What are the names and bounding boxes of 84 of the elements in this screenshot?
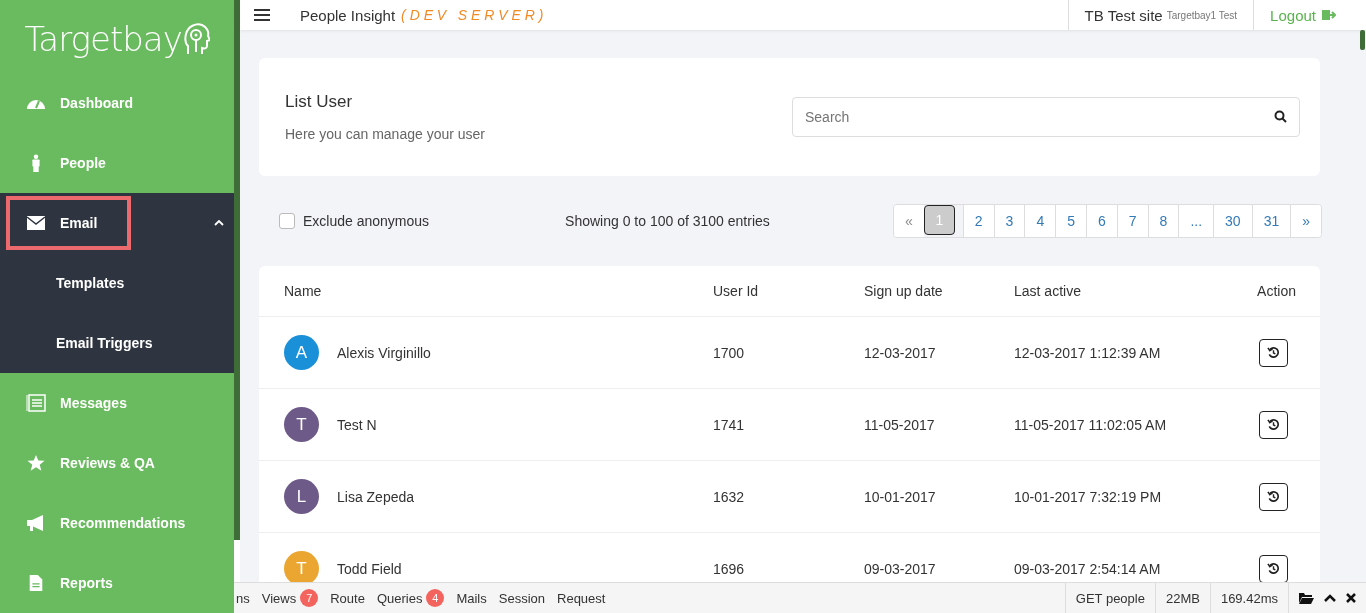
submenu-item[interactable]: Templates [0, 253, 234, 313]
count-badge: 4 [426, 589, 445, 607]
avatar: A [284, 335, 319, 370]
history-icon [1267, 418, 1280, 431]
sidebar-scrollbar[interactable] [234, 0, 240, 540]
page-link[interactable]: » [1290, 205, 1321, 237]
count-badge: 7 [300, 589, 319, 607]
megaphone-icon [26, 514, 46, 532]
page-link[interactable]: 3 [993, 205, 1025, 237]
table-cell-text: 10-01-2017 [864, 488, 937, 505]
page-scrollbar[interactable] [1360, 30, 1365, 50]
card-title: List User [285, 92, 354, 112]
debug-tab[interactable]: Queries 4 [376, 589, 445, 607]
table-cell-text: 10-01-2017 7:32:19 PM [1014, 488, 1163, 505]
history-icon [1267, 346, 1280, 359]
sidebar-item[interactable]: Email [0, 193, 234, 253]
history-button[interactable] [1259, 482, 1288, 511]
table-cell-text: 1632 [713, 488, 746, 505]
close-icon[interactable] [1346, 593, 1356, 603]
table-cell-text: 1696 [713, 560, 746, 577]
entries-summary: Showing 0 to 100 of 3100 entries [565, 213, 770, 229]
debug-stat: GET people [1064, 583, 1155, 613]
card-subtitle: Here you can manage your user [285, 126, 485, 142]
search-field[interactable]: Search [792, 97, 1300, 137]
table-cell-text: 11-05-2017 [864, 416, 936, 433]
menu-icon[interactable] [254, 9, 270, 21]
chevron-icon [214, 220, 224, 226]
page-link[interactable]: 4 [1024, 205, 1056, 237]
history-button[interactable] [1259, 410, 1288, 439]
debug-tab[interactable]: Request [557, 590, 606, 606]
logo-text: Targetbay [24, 18, 182, 59]
debug-tab[interactable]: Session [498, 590, 545, 606]
envelope-icon [26, 214, 46, 232]
page-link[interactable]: 7 [1116, 205, 1148, 237]
server-tag: ( D E V S E R V E R ) [401, 7, 544, 23]
debug-stat: 22MB [1154, 583, 1210, 613]
column-header: Name [284, 283, 323, 299]
table-cell-text: 12-03-2017 [864, 344, 937, 361]
table-cell-text: 11-05-2017 11:02:05 AM [1014, 416, 1168, 433]
history-icon [1267, 490, 1280, 503]
debug-tab[interactable]: Views 7 [261, 589, 319, 607]
page-link[interactable]: 5 [1055, 205, 1086, 237]
head-icon [183, 21, 210, 56]
page-link[interactable]: 30 [1213, 205, 1252, 237]
column-header: Last active [1014, 283, 1082, 299]
page-link[interactable]: 2 [962, 205, 994, 237]
logout-link[interactable]: Logout [1254, 0, 1366, 30]
debug-stat: 169.42ms [1209, 583, 1288, 613]
page-title: People Insight [300, 6, 396, 24]
table-cell-text: 12-03-2017 1:12:39 AM [1014, 344, 1162, 361]
column-header: Action [1256, 283, 1296, 299]
history-icon [1267, 562, 1280, 575]
table-cell: Test N [337, 416, 377, 433]
avatar: T [284, 407, 319, 442]
table-cell: Todd Field [337, 560, 402, 577]
table-cell-text: 09-03-2017 [864, 560, 937, 577]
checkbox[interactable] [279, 213, 295, 229]
table-cell-text: 1741 [713, 416, 746, 433]
star-icon [26, 454, 46, 472]
table-cell: Alexis Virginillo [337, 344, 431, 361]
submenu-item[interactable]: Email Triggers [0, 313, 234, 373]
page-link[interactable]: « [894, 205, 924, 237]
column-header: Sign up date [864, 283, 944, 299]
avatar: L [284, 479, 319, 514]
debug-tab[interactable]: Mails [456, 590, 487, 606]
page-link[interactable]: 31 [1251, 205, 1291, 237]
table-cell: Lisa Zepeda [337, 488, 415, 505]
folder-icon[interactable] [1299, 592, 1314, 604]
page-link[interactable]: 6 [1086, 205, 1117, 237]
caret-up-icon[interactable] [1324, 594, 1336, 602]
table-cell-text: 09-03-2017 2:54:14 AM [1014, 560, 1162, 577]
table-cell-text: 1700 [713, 344, 746, 361]
search-icon[interactable] [1274, 110, 1287, 123]
column-header: User Id [713, 283, 760, 299]
page-link[interactable]: 8 [1147, 205, 1179, 237]
history-button[interactable] [1259, 338, 1288, 367]
checkbox-label: Exclude anonymous [303, 213, 430, 229]
debug-tab[interactable]: Route [330, 590, 365, 606]
debug-tab[interactable]: ns [236, 590, 250, 606]
page-link[interactable]: ... [1178, 205, 1214, 237]
list-icon [26, 394, 46, 412]
history-button[interactable] [1259, 554, 1288, 583]
site-selector[interactable]: TB Test site Targetbay1 Test [1067, 0, 1255, 30]
exit-icon [1322, 9, 1336, 21]
